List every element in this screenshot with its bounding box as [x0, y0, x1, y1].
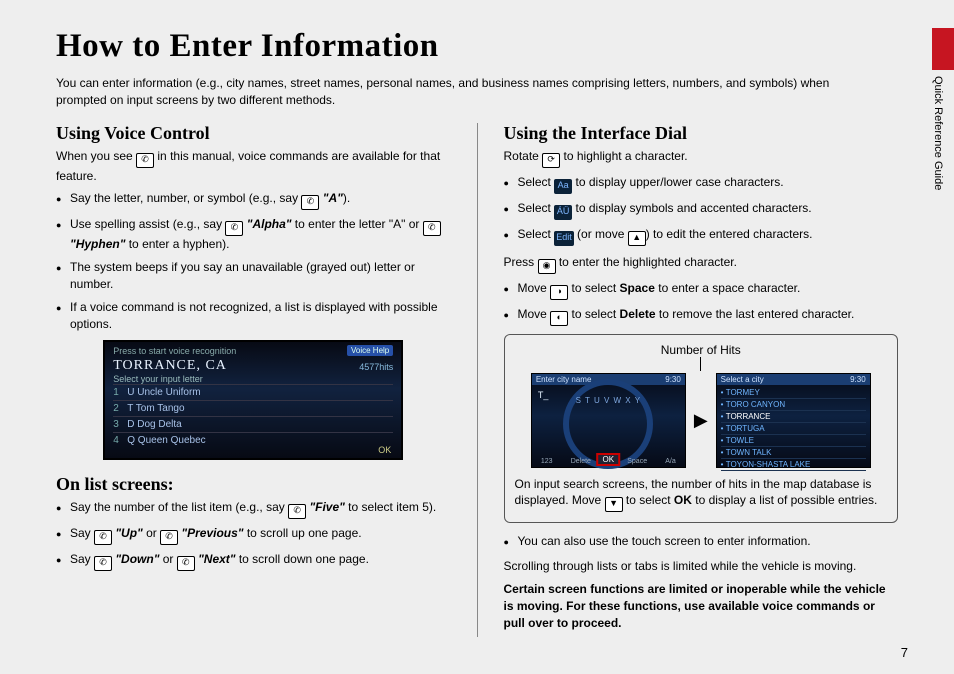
- dial-press: Press ◉ to enter the highlighted charact…: [504, 254, 899, 274]
- dial-bullet-5: Move ◐ to select Delete to remove the la…: [504, 306, 899, 326]
- voice-icon: ✆: [94, 556, 112, 571]
- arrow-right-icon: ▶: [694, 410, 708, 431]
- voice-icon: ✆: [423, 221, 441, 236]
- list-bullet-2: Say ✆ "Up" or ✆ "Previous" to scroll up …: [56, 525, 451, 545]
- page-number: 7: [901, 645, 908, 660]
- list-bullet-3: Say ✆ "Down" or ✆ "Next" to scroll down …: [56, 551, 451, 571]
- voice-bullet-1: Say the letter, number, or symbol (e.g.,…: [56, 190, 451, 210]
- voice-screenshot: Press to start voice recognition Voice H…: [103, 340, 403, 460]
- press-icon: ◉: [538, 259, 556, 274]
- heading-voice: Using Voice Control: [56, 123, 451, 144]
- case-icon: Aa: [554, 179, 572, 194]
- dial-bullet-1: Select Aa to display upper/lower case ch…: [504, 174, 899, 194]
- move-right-icon: ◑: [550, 285, 568, 300]
- dial-diagram: Number of Hits Enter city name9:30 T_ S …: [504, 334, 899, 524]
- voice-icon: ✆: [136, 153, 154, 168]
- list-bullet-1: Say the number of the list item (e.g., s…: [56, 499, 451, 519]
- voice-icon: ✆: [94, 530, 112, 545]
- dial-bullet-4: Move ◑ to select Space to enter a space …: [504, 280, 899, 300]
- warning-note: Certain screen functions are limited or …: [504, 581, 899, 631]
- intro-text: You can enter information (e.g., city na…: [56, 75, 876, 109]
- tab-marker: [932, 28, 954, 70]
- rotate-icon: ⟳: [542, 153, 560, 168]
- right-column: Using the Interface Dial Rotate ⟳ to hig…: [504, 123, 899, 638]
- diagram-label: Number of Hits: [515, 343, 888, 371]
- dial-bullet-2: Select ÁÜ to display symbols and accente…: [504, 200, 899, 220]
- voice-icon: ✆: [177, 556, 195, 571]
- heading-dial: Using the Interface Dial: [504, 123, 899, 144]
- symbols-icon: ÁÜ: [554, 205, 572, 220]
- dial-rotate: Rotate ⟳ to highlight a character.: [504, 148, 899, 168]
- move-left-icon: ◐: [550, 311, 568, 326]
- mini-screenshot-entry: Enter city name9:30 T_ S T U V W X Y 123…: [531, 373, 686, 468]
- diagram-note: On input search screens, the number of h…: [515, 476, 888, 513]
- touch-note: You can also use the touch screen to ent…: [504, 533, 899, 550]
- edit-icon: Edit: [554, 231, 574, 246]
- voice-icon: ✆: [225, 221, 243, 236]
- left-column: Using Voice Control When you see ✆ in th…: [56, 123, 451, 638]
- side-tab: Quick Reference Guide: [932, 28, 954, 226]
- column-divider: [477, 123, 478, 638]
- mini-screenshot-list: Select a city9:30 TORMEY TORO CANYON TOR…: [716, 373, 871, 468]
- voice-icon: ✆: [301, 195, 319, 210]
- voice-bullet-2: Use spelling assist (e.g., say ✆ "Alpha"…: [56, 216, 451, 253]
- voice-icon: ✆: [288, 504, 306, 519]
- dial-bullet-3: Select Edit (or move ▲) to edit the ente…: [504, 226, 899, 246]
- voice-intro: When you see ✆ in this manual, voice com…: [56, 148, 451, 185]
- scroll-limit-note: Scrolling through lists or tabs is limit…: [504, 558, 899, 575]
- page-title: How to Enter Information: [56, 28, 898, 65]
- voice-bullet-4: If a voice command is not recognized, a …: [56, 299, 451, 333]
- move-down-icon: ▼: [605, 497, 623, 512]
- heading-list: On list screens:: [56, 474, 451, 495]
- voice-icon: ✆: [160, 530, 178, 545]
- move-up-icon: ▲: [628, 231, 646, 246]
- voice-bullet-3: The system beeps if you say an unavailab…: [56, 259, 451, 293]
- tab-label: Quick Reference Guide: [932, 70, 944, 226]
